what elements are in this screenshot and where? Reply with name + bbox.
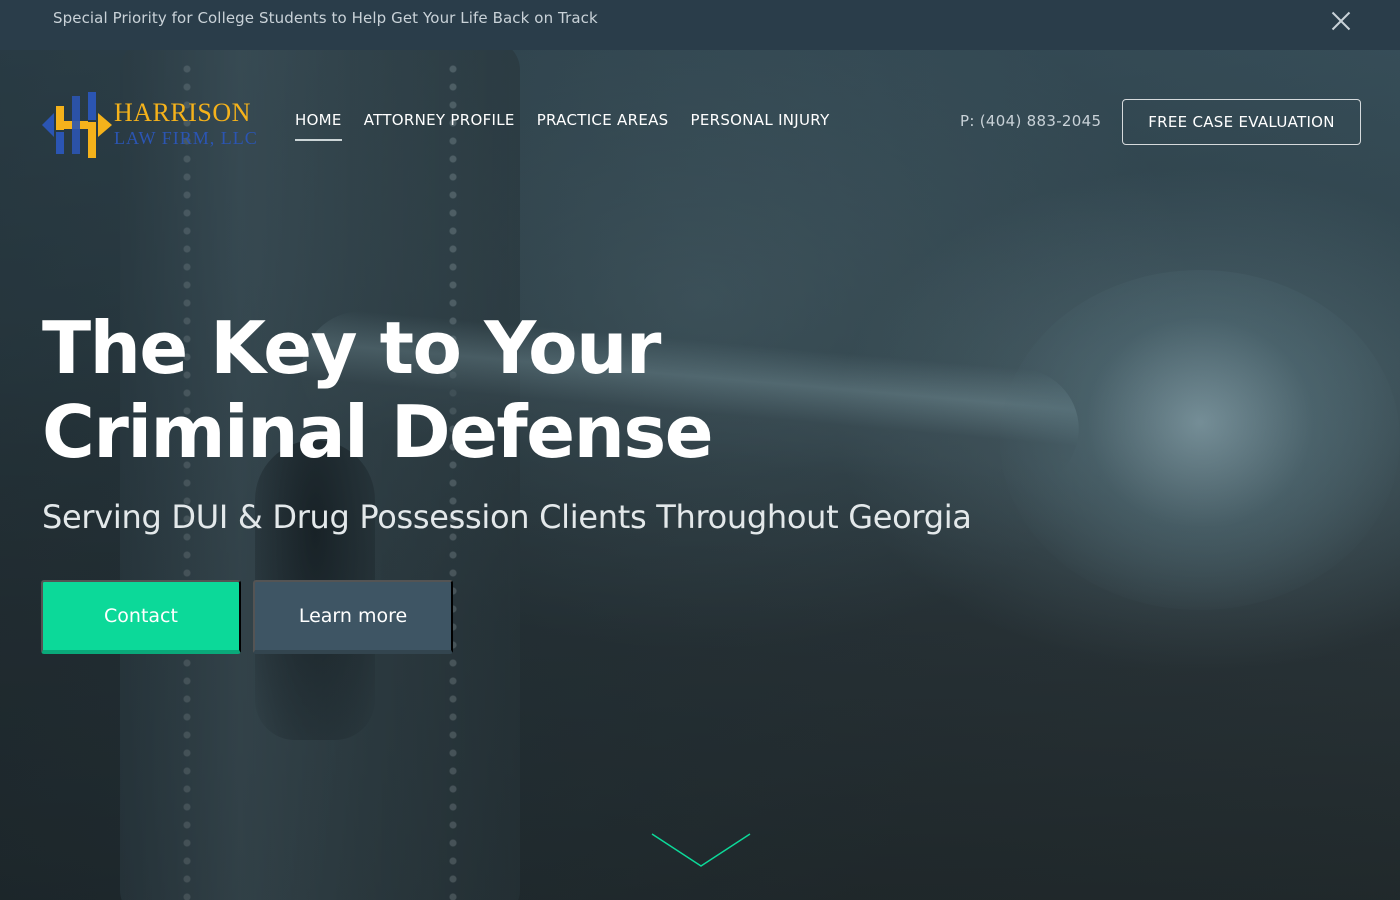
logo[interactable]: HARRISON LAW FIRM, LLC [42, 92, 262, 158]
logo-subtitle: LAW FIRM, LLC [114, 128, 258, 148]
logo-mark-icon [42, 92, 112, 158]
nav-item-practice-areas[interactable]: PRACTICE AREAS [537, 111, 669, 135]
hero-title: The Key to Your Criminal Defense [42, 306, 842, 474]
main-nav: HOME ATTORNEY PROFILE PRACTICE AREAS PER… [295, 111, 852, 141]
hero-title-line-2: Criminal Defense [42, 390, 714, 474]
nav-item-personal-injury[interactable]: PERSONAL INJURY [690, 111, 829, 135]
logo-name: HARRISON [114, 98, 251, 127]
chevron-down-icon[interactable] [650, 832, 752, 870]
learn-more-button[interactable]: Learn more [253, 580, 453, 654]
announcement-bar: Special Priority for College Students to… [0, 0, 1400, 50]
contact-button[interactable]: Contact [41, 580, 241, 654]
site-header: HARRISON LAW FIRM, LLC HOME ATTORNEY PRO… [0, 50, 1400, 190]
free-case-evaluation-button[interactable]: FREE CASE EVALUATION [1122, 99, 1361, 145]
announcement-text: Special Priority for College Students to… [53, 9, 598, 27]
close-icon[interactable] [1328, 8, 1354, 34]
phone-number[interactable]: P: (404) 883-2045 [960, 112, 1101, 130]
hero-subtitle: Serving DUI & Drug Possession Clients Th… [42, 498, 972, 536]
hero-title-line-1: The Key to Your [42, 306, 661, 390]
nav-item-home[interactable]: HOME [295, 111, 342, 141]
nav-item-attorney-profile[interactable]: ATTORNEY PROFILE [364, 111, 515, 135]
